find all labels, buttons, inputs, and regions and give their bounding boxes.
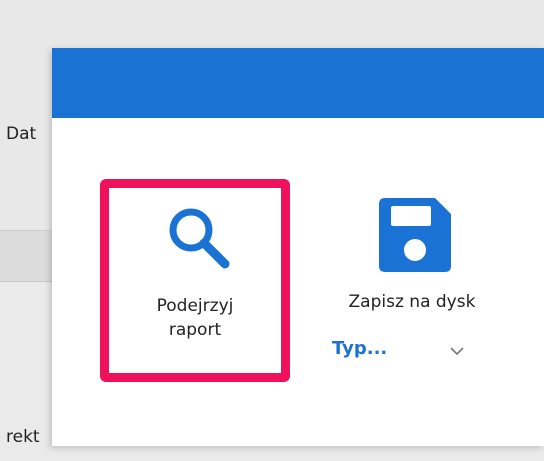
preview-label-line1: Podejrzyj (156, 296, 234, 316)
save-to-disk-label: Zapisz na dysk (348, 292, 476, 312)
file-type-select[interactable]: Typ... (332, 333, 477, 363)
file-type-value: Typ... (332, 338, 388, 359)
preview-report-button[interactable]: Podejrzyj raport (100, 179, 290, 382)
search-icon (163, 202, 235, 274)
save-to-disk-button[interactable]: Zapisz na dysk (322, 193, 502, 318)
preview-report-label: Podejrzyj raport (109, 294, 281, 342)
background-label-date: Dat (6, 124, 37, 144)
report-dialog: Podejrzyj raport Zapisz na dysk Typ... (52, 48, 544, 446)
floppy-disk-icon (377, 196, 453, 274)
background-label-rekt: rekt (6, 427, 40, 447)
preview-label-line2: raport (168, 320, 222, 340)
dialog-header (52, 48, 544, 118)
chevron-down-icon (450, 341, 464, 356)
